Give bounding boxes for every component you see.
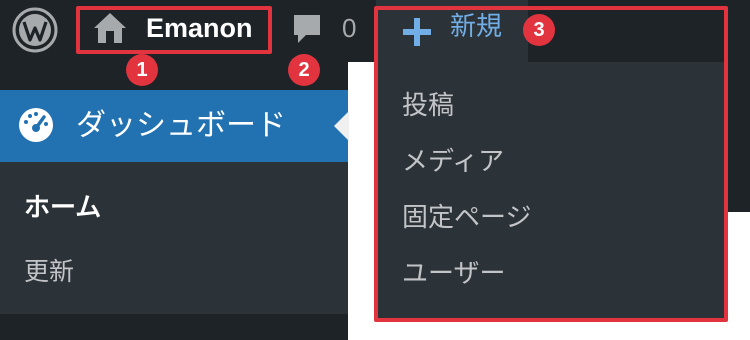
annotation-badge-2: 2 <box>288 54 320 86</box>
highlight-box-new-menu <box>374 6 728 322</box>
speech-bubble-icon[interactable] <box>290 12 324 46</box>
active-menu-arrow <box>334 111 349 141</box>
comment-count[interactable]: 0 <box>342 11 356 45</box>
highlight-box-site-name <box>76 6 272 54</box>
sidebar-item-label: ダッシュボード <box>76 108 286 143</box>
dashboard-gauge-icon <box>19 108 53 142</box>
annotation-badge-1: 1 <box>126 54 158 86</box>
sidebar-item-dashboard[interactable]: ダッシュボード <box>0 90 349 162</box>
dashboard-submenu: ホーム 更新 <box>0 162 348 314</box>
admin-sidebar: ダッシュボード ホーム 更新 <box>0 62 349 340</box>
submenu-item-updates[interactable]: 更新 <box>24 256 74 288</box>
annotation-badge-3: 3 <box>523 14 555 46</box>
submenu-item-home[interactable]: ホーム <box>24 192 101 224</box>
wordpress-logo-icon[interactable] <box>12 7 58 53</box>
